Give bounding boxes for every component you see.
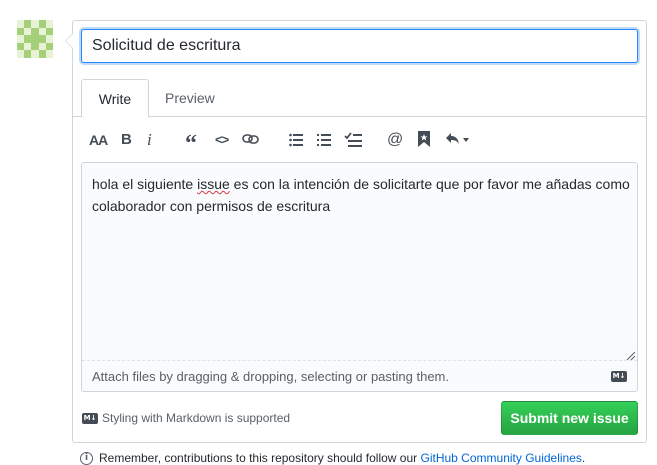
markdown-supported-note[interactable]: M↓ Styling with Markdown is supported: [82, 411, 290, 425]
avatar: [17, 20, 53, 58]
mention-icon[interactable]: @: [387, 129, 403, 151]
contribution-reminder: i Remember, contributions to this reposit…: [80, 451, 585, 465]
editor-tabs: Write Preview: [73, 79, 646, 118]
new-issue-form: Write Preview AA B i “ <> @ hola el sigu…: [65, 20, 647, 443]
markdown-icon: M↓: [82, 413, 98, 425]
saved-reply-icon[interactable]: [418, 131, 430, 153]
code-icon[interactable]: <>: [215, 129, 229, 151]
resize-handle-icon[interactable]: [626, 351, 635, 360]
tab-preview[interactable]: Preview: [149, 79, 231, 117]
submit-new-issue-button[interactable]: Submit new issue: [501, 401, 638, 435]
link-icon[interactable]: [242, 133, 260, 155]
attach-files-text[interactable]: Attach files by dragging & dropping, sel…: [92, 369, 449, 384]
form-caret: [65, 33, 73, 49]
bold-icon[interactable]: B: [121, 129, 132, 151]
quote-icon[interactable]: “: [185, 129, 197, 157]
community-guidelines-link[interactable]: GitHub Community Guidelines: [421, 451, 582, 465]
comment-body-editor[interactable]: hola el siguiente issue es con la intenc…: [81, 162, 638, 392]
tab-write[interactable]: Write: [81, 79, 149, 118]
markdown-icon: M↓: [611, 371, 627, 382]
italic-icon[interactable]: i: [147, 129, 152, 151]
issue-title-input[interactable]: [81, 29, 638, 63]
text-size-icon[interactable]: AA: [89, 129, 108, 151]
numbered-list-icon[interactable]: [317, 133, 331, 155]
task-list-icon[interactable]: [344, 132, 362, 154]
comment-body-text[interactable]: hola el siguiente issue es con la intenc…: [92, 173, 632, 217]
bulleted-list-icon[interactable]: [289, 133, 303, 155]
markdown-toolbar: AA B i “ <> @: [81, 125, 638, 157]
info-icon: i: [80, 452, 93, 465]
reply-dropdown-icon[interactable]: [445, 132, 471, 154]
attach-files-bar[interactable]: Attach files by dragging & dropping, sel…: [82, 360, 637, 391]
